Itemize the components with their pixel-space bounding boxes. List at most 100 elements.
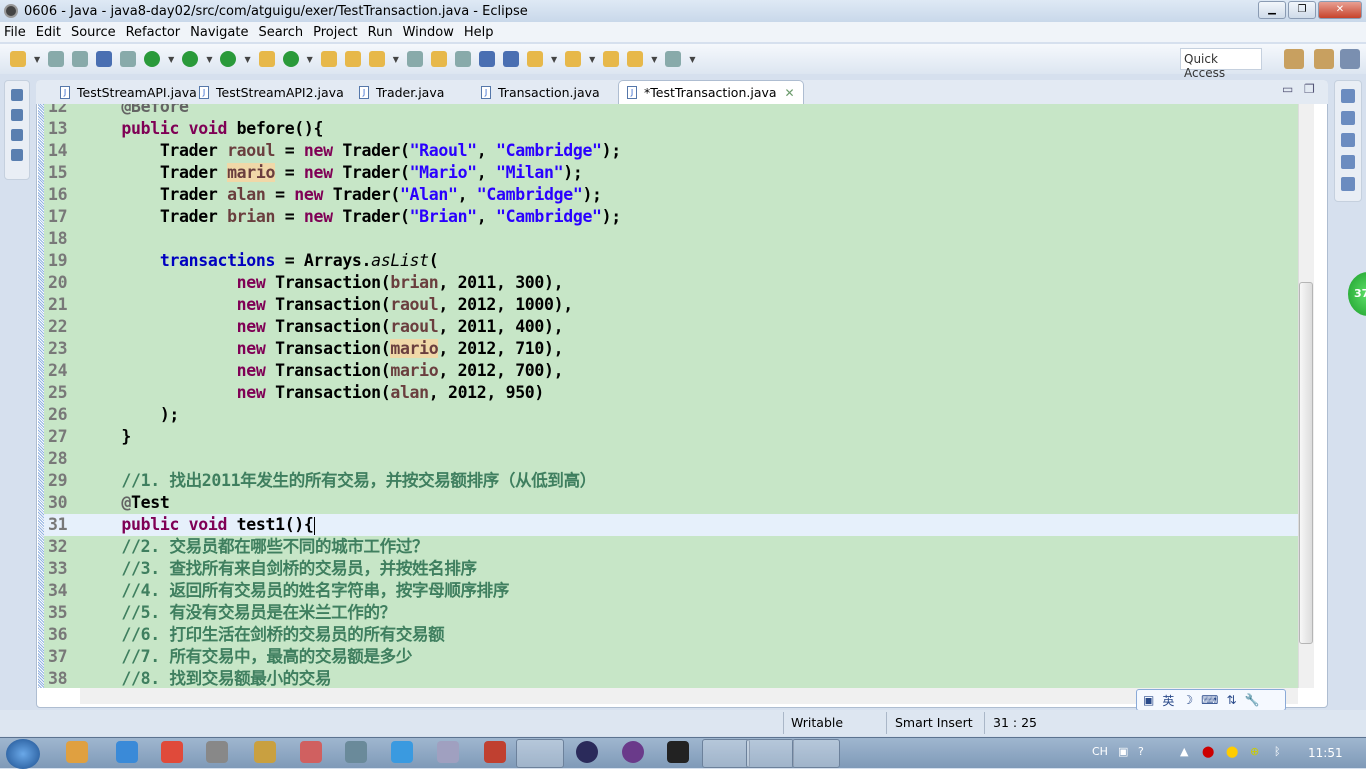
ime-mode[interactable]: 英 [1162,692,1174,709]
clock[interactable]: 11:51 [1308,746,1343,760]
overview-ruler[interactable] [1314,104,1326,688]
tab-teststreamapi2java[interactable]: J TestStreamAPI2.java [199,80,344,104]
new-icon[interactable] [10,51,26,67]
app-icon[interactable] [254,741,276,763]
javadoc-icon[interactable] [1341,133,1355,147]
code-line[interactable]: 36 //6. 打印生活在剑桥的交易员的所有交易额 [44,624,1298,646]
stop-icon[interactable]: ⬤ [1202,745,1214,758]
app-icon[interactable] [300,741,322,763]
code-line[interactable]: 17 Trader brian = new Trader("Brian", "C… [44,206,1298,228]
help-icon[interactable]: ? [1138,745,1144,758]
wrench-icon[interactable]: 🔧 [1245,693,1260,707]
ie-icon[interactable] [116,741,138,763]
app-icon[interactable] [484,741,506,763]
app-icon[interactable] [66,741,88,763]
show-whitespace-icon[interactable] [502,51,519,67]
last-edit-icon[interactable] [603,51,620,67]
moon-icon[interactable]: ☽ [1182,693,1193,707]
menu-window[interactable]: Window [403,25,454,40]
menu-help[interactable]: Help [464,25,494,40]
debug-icon[interactable] [144,51,161,67]
maximize-editor-icon[interactable]: ❐ [1304,82,1315,96]
code-editor[interactable]: 12 @Before 13 public void before(){14 Tra… [44,104,1298,688]
eclipse-taskbar-button[interactable] [516,739,564,768]
scrollbar-thumb[interactable] [1299,282,1313,644]
minimize-editor-icon[interactable]: ▭ [1282,82,1293,96]
menu-project[interactable]: Project [313,25,357,40]
back-icon[interactable] [627,51,644,67]
menu-run[interactable]: Run [368,25,393,40]
code-line[interactable]: 16 Trader alan = new Trader("Alan", "Cam… [44,184,1298,206]
eclipse-icon[interactable] [576,741,598,763]
cmd-icon[interactable] [667,741,689,763]
mark-occurrences-icon[interactable] [430,51,447,67]
java-perspective-icon[interactable] [1340,49,1360,69]
new-package-icon[interactable] [258,51,275,67]
tab-traderjava[interactable]: J Trader.java [359,80,444,104]
declaration-icon[interactable] [1341,155,1355,169]
tab-teststreamapijava[interactable]: J TestStreamAPI.java [60,80,197,104]
code-line[interactable]: 25 new Transaction(alan, 2012, 950) [44,382,1298,404]
powerpoint-taskbar-button[interactable] [702,739,750,768]
open-perspective-icon[interactable] [1284,49,1304,69]
code-line[interactable]: 24 new Transaction(mario, 2012, 700), [44,360,1298,382]
code-line[interactable]: 31 public void test1(){ [44,514,1298,536]
code-line[interactable]: 34 //4. 返回所有交易员的姓名字符串，按字母顺序排序 [44,580,1298,602]
code-line[interactable]: 21 new Transaction(raoul, 2012, 1000), [44,294,1298,316]
package-explorer-icon[interactable] [11,109,23,121]
code-line[interactable]: 28 [44,448,1298,470]
close-button[interactable]: ✕ [1318,1,1362,19]
code-line[interactable]: 14 Trader raoul = new Trader("Raoul", "C… [44,140,1298,162]
menu-source[interactable]: Source [71,25,116,40]
code-line[interactable]: 37 //7. 所有交易中，最高的交易额是多少 [44,646,1298,668]
hierarchy-icon[interactable] [11,129,23,141]
code-line[interactable]: 32 //2. 交易员都在哪些不同的城市工作过？ [44,536,1298,558]
menu-navigate[interactable]: Navigate [190,25,248,40]
chrome-icon[interactable] [161,741,183,763]
code-line[interactable]: 29 //1. 找出2011年发生的所有交易，并按交易额排序（从低到高） [44,470,1298,492]
toggle-icon[interactable] [454,51,471,67]
save-all-icon[interactable] [72,51,89,67]
run-icon[interactable] [182,51,199,67]
punctuation-icon[interactable]: ⇅ [1226,693,1236,707]
outline-icon[interactable] [11,149,23,161]
close-tab-icon[interactable]: ✕ [785,86,795,100]
code-line[interactable]: 22 new Transaction(raoul, 2011, 400), [44,316,1298,338]
start-button[interactable] [6,739,40,769]
quick-access-input[interactable]: Quick Access [1180,48,1262,80]
java-ee-perspective-icon[interactable] [1314,49,1334,69]
code-line[interactable]: 30 @Test [44,492,1298,514]
forward-icon[interactable] [665,51,682,67]
pen-icon[interactable] [368,51,385,67]
notification-badge[interactable]: 37 [1348,272,1366,316]
search-icon[interactable] [406,51,423,67]
menu-file[interactable]: File [4,25,26,40]
code-line[interactable]: 27 } [44,426,1298,448]
menu-search[interactable]: Search [258,25,303,40]
app-icon[interactable] [391,741,413,763]
input-language[interactable]: CH [1092,745,1108,758]
previous-annotation-icon[interactable] [565,51,582,67]
menu-refactor[interactable]: Refactor [126,25,181,40]
bluetooth-icon[interactable]: ᛒ [1274,745,1281,758]
open-type-icon[interactable] [320,51,337,67]
show-hidden-icons[interactable]: ▲ [1180,745,1188,758]
tab-transactionjava[interactable]: J Transaction.java [481,80,600,104]
code-line[interactable]: 13 public void before(){ [44,118,1298,140]
tab-testtransactionjava[interactable]: J *TestTransaction.java ✕ [618,80,804,104]
restore-icon[interactable] [11,89,23,101]
minimize-button[interactable]: ▁ [1258,1,1286,19]
code-line[interactable]: 26 ); [44,404,1298,426]
app-icon[interactable] [206,741,228,763]
restore-icon[interactable] [1341,89,1355,103]
code-line[interactable]: 15 Trader mario = new Trader("Mario", "M… [44,162,1298,184]
explorer-taskbar-button[interactable] [746,739,794,768]
menu-edit[interactable]: Edit [36,25,61,40]
code-line[interactable]: 23 new Transaction(mario, 2012, 710), [44,338,1298,360]
code-line[interactable]: 19 transactions = Arrays.asList( [44,250,1298,272]
problems-icon[interactable] [1341,111,1355,125]
code-line[interactable]: 20 new Transaction(brian, 2011, 300), [44,272,1298,294]
eclipse-icon[interactable] [622,741,644,763]
block-selection-icon[interactable] [478,51,495,67]
plus-icon[interactable]: ⊕ [1250,745,1259,758]
